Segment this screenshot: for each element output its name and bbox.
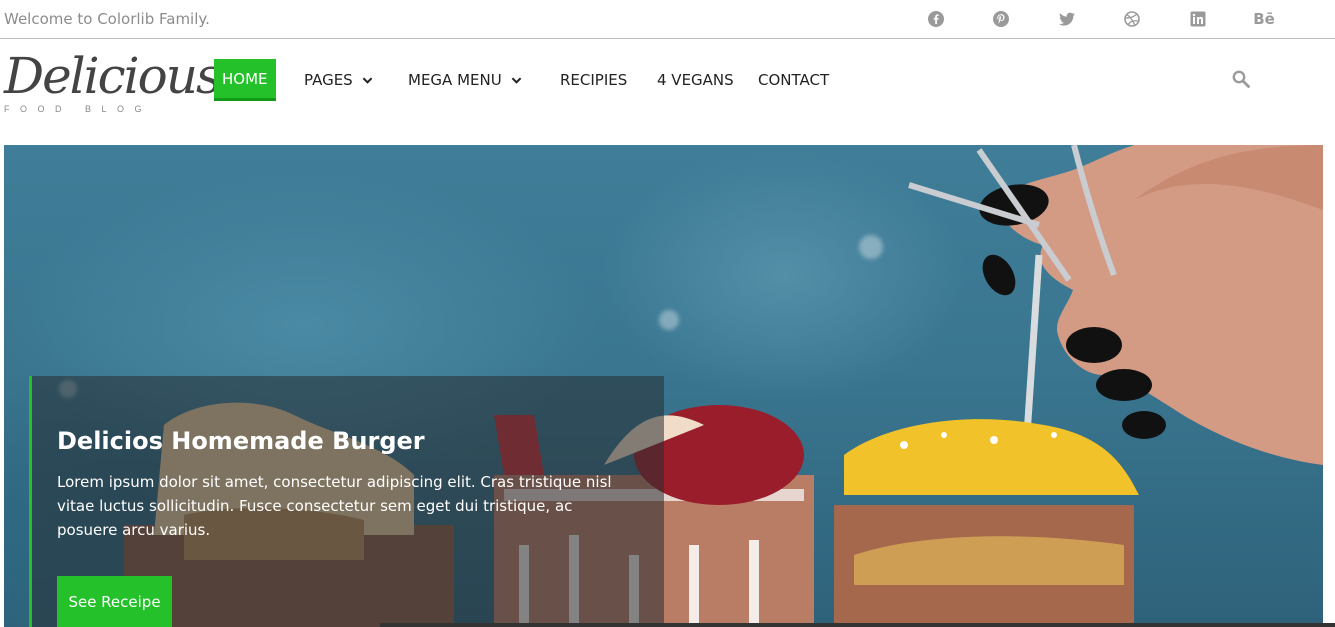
slider-indicator-bar: [380, 623, 1335, 627]
nav-4-vegans[interactable]: 4 VEGANS: [657, 59, 734, 101]
twitter-icon[interactable]: [1057, 9, 1077, 29]
nav-home-label: HOME: [222, 69, 268, 88]
nav-recipies[interactable]: RECIPIES: [560, 59, 627, 101]
logo-subtitle: FOOD BLOG: [4, 104, 153, 114]
welcome-text: Welcome to Colorlib Family.: [4, 10, 210, 28]
facebook-icon[interactable]: [926, 9, 946, 29]
site-logo[interactable]: Delicious FOOD BLOG: [4, 46, 222, 116]
pinterest-icon[interactable]: [991, 9, 1011, 29]
nav-contact[interactable]: CONTACT: [758, 59, 829, 101]
nav-recipies-label: RECIPIES: [560, 71, 628, 89]
nav-mega-menu[interactable]: MEGA MENU: [408, 59, 522, 101]
behance-icon[interactable]: Bē: [1253, 9, 1275, 29]
chevron-down-icon: [511, 76, 522, 84]
hero-description: Lorem ipsum dolor sit amet, consectetur …: [57, 473, 612, 539]
linkedin-icon[interactable]: [1188, 9, 1208, 29]
nav-4-vegans-label: 4 VEGANS: [657, 71, 734, 89]
hero-title: Delicios Homemade Burger: [57, 427, 425, 455]
top-bar: Welcome to Colorlib Family. Bē: [0, 0, 1335, 39]
nav-pages-label: PAGES: [304, 71, 353, 89]
nav-home[interactable]: HOME: [214, 59, 276, 101]
nav-pages[interactable]: PAGES: [304, 59, 373, 101]
chevron-down-icon: [362, 76, 373, 84]
search-icon[interactable]: [1232, 70, 1250, 88]
see-recipe-button[interactable]: See Receipe: [57, 576, 172, 627]
nav-mega-menu-label: MEGA MENU: [408, 71, 502, 89]
logo-title: Delicious: [4, 47, 222, 105]
nav-contact-label: CONTACT: [758, 71, 830, 89]
dribbble-icon[interactable]: [1122, 9, 1142, 29]
